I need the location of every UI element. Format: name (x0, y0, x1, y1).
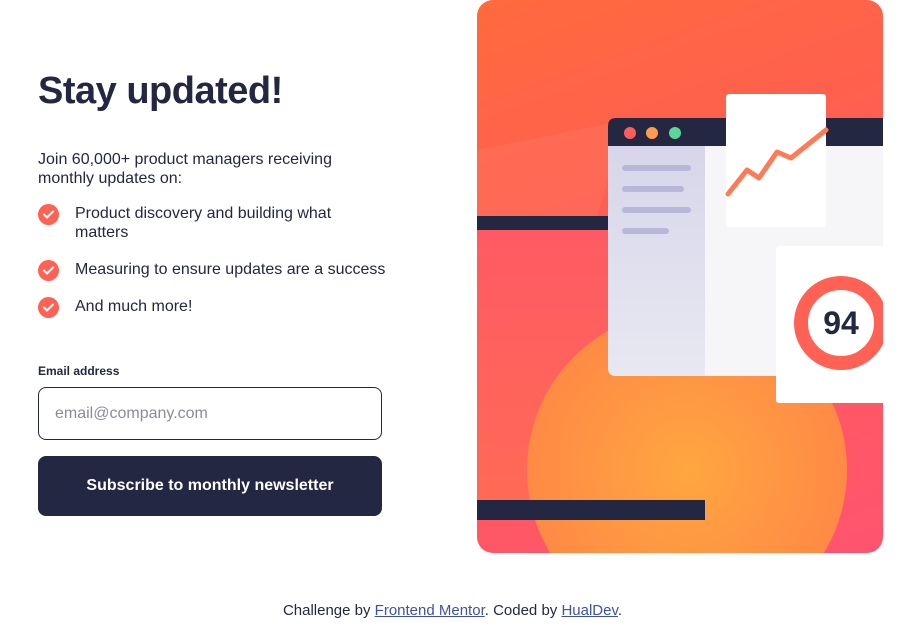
email-field[interactable] (38, 387, 382, 440)
window-close-dot (624, 127, 636, 139)
subscribe-button[interactable]: Subscribe to monthly newsletter (38, 456, 382, 516)
window-maximize-dot (669, 127, 681, 139)
feature-text: And much more! (75, 298, 193, 315)
list-item: Measuring to ensure updates are a succes… (38, 260, 398, 281)
intro-text: Join 60,000+ product managers receiving … (38, 151, 332, 187)
feature-text: Measuring to ensure updates are a succes… (75, 261, 386, 278)
check-icon (38, 204, 59, 225)
frontend-mentor-link[interactable]: Frontend Mentor (375, 602, 485, 619)
email-label: Email address (38, 364, 120, 378)
trend-chart-card (725, 94, 829, 227)
hero-illustration: 94 (477, 0, 883, 553)
window-sidebar (608, 146, 705, 376)
dashboard-illustration: 94 (477, 94, 883, 553)
footer-middle: . Coded by (484, 602, 562, 619)
list-item: And much more! (38, 297, 398, 318)
author-link[interactable]: HualDev (561, 602, 617, 619)
feature-list: Product discovery and building what matt… (38, 204, 398, 334)
footer-prefix: Challenge by (282, 602, 375, 619)
window-minimize-dot (646, 127, 658, 139)
check-icon (38, 260, 59, 281)
score-value: 94 (823, 305, 859, 341)
feature-text: Product discovery and building what matt… (75, 205, 332, 241)
score-card: 94 (776, 246, 883, 403)
list-item: Product discovery and building what matt… (38, 204, 398, 244)
check-icon (38, 297, 59, 318)
footer-suffix: . (617, 602, 623, 619)
attribution-footer: Challenge by Frontend Mentor. Coded by H… (0, 602, 905, 619)
page-title: Stay updated! (38, 70, 283, 112)
